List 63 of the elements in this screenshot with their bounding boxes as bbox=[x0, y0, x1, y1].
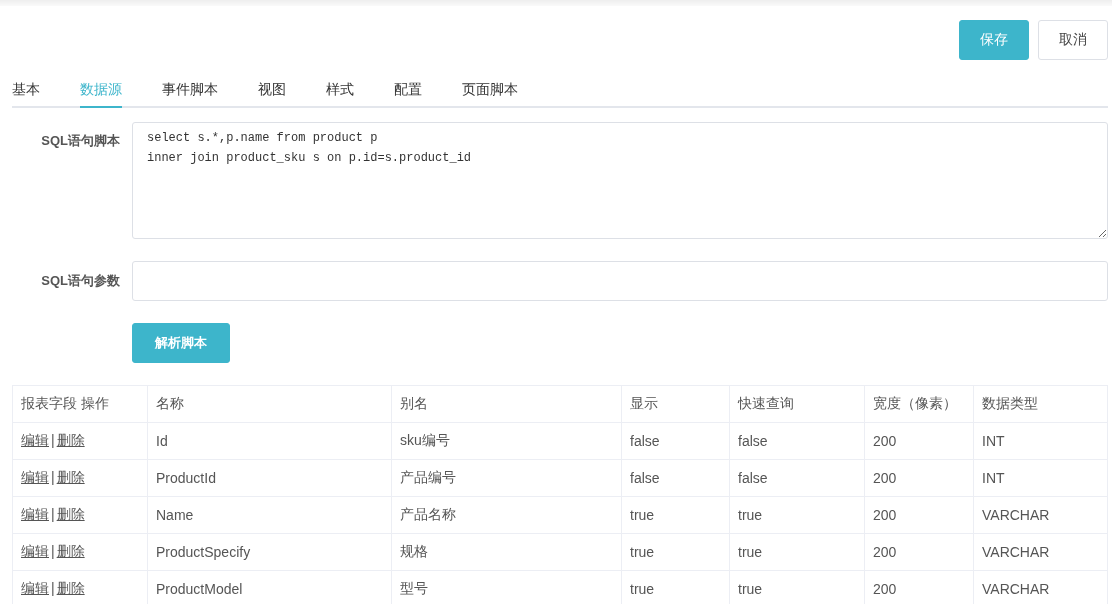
separator: | bbox=[51, 469, 55, 485]
table-cell: INT bbox=[982, 433, 1005, 449]
table-cell: true bbox=[630, 544, 655, 560]
table-cell: 型号 bbox=[400, 580, 428, 596]
tab[interactable]: 配置 bbox=[394, 80, 422, 106]
table-cell: Name bbox=[156, 507, 194, 523]
table-cell: false bbox=[738, 433, 768, 449]
column-header: 宽度（像素） bbox=[864, 385, 974, 423]
table-cell: false bbox=[630, 470, 660, 486]
delete-link[interactable]: 删除 bbox=[56, 432, 85, 448]
table-cell: true bbox=[738, 544, 763, 560]
table-cell: 200 bbox=[873, 433, 897, 449]
edit-link[interactable]: 编辑 bbox=[21, 432, 49, 448]
field-label: SQL语句参数 bbox=[40, 272, 121, 290]
table-cell: true bbox=[630, 507, 655, 523]
tab[interactable]: 事件脚本 bbox=[162, 80, 218, 106]
table-cell: true bbox=[630, 581, 655, 597]
delete-link[interactable]: 删除 bbox=[56, 580, 85, 596]
table-cell: 200 bbox=[873, 544, 897, 560]
edit-link[interactable]: 编辑 bbox=[21, 469, 49, 485]
tab[interactable]: 基本 bbox=[12, 80, 40, 106]
table-cell: ProductId bbox=[156, 470, 216, 486]
edit-link[interactable]: 编辑 bbox=[21, 543, 49, 559]
table-cell: 产品名称 bbox=[400, 506, 456, 522]
table-cell: ProductSpecify bbox=[156, 544, 251, 560]
column-header: 快速查询 bbox=[729, 385, 865, 423]
table-cell: sku编号 bbox=[400, 432, 450, 448]
separator: | bbox=[51, 543, 55, 559]
table-cell: 200 bbox=[873, 507, 897, 523]
table-cell: VARCHAR bbox=[982, 544, 1050, 560]
edit-link[interactable]: 编辑 bbox=[21, 506, 49, 522]
delete-link[interactable]: 删除 bbox=[56, 543, 85, 559]
column-header: 名称 bbox=[147, 385, 392, 423]
table-cell: true bbox=[738, 507, 763, 523]
tab[interactable]: 视图 bbox=[258, 80, 286, 106]
tab[interactable]: 页面脚本 bbox=[462, 80, 518, 106]
table-cell: ProductModel bbox=[156, 581, 243, 597]
delete-link[interactable]: 删除 bbox=[56, 506, 85, 522]
table-cell: true bbox=[738, 581, 763, 597]
column-header: 显示 bbox=[621, 385, 730, 423]
edit-link[interactable]: 编辑 bbox=[21, 580, 49, 596]
cancel-button[interactable]: 取消 bbox=[1038, 20, 1108, 60]
table-cell: 200 bbox=[873, 581, 897, 597]
sql-params-field[interactable] bbox=[132, 261, 1108, 301]
separator: | bbox=[51, 432, 55, 448]
table-cell: Id bbox=[156, 433, 168, 449]
column-header: 别名 bbox=[391, 385, 622, 423]
table-cell: false bbox=[630, 433, 660, 449]
table-cell: 产品编号 bbox=[400, 469, 456, 485]
column-header: 报表字段 操作 bbox=[12, 385, 148, 423]
separator: | bbox=[51, 506, 55, 522]
table-cell: 规格 bbox=[400, 543, 428, 559]
tab[interactable]: 样式 bbox=[326, 80, 354, 106]
table-cell: false bbox=[738, 470, 768, 486]
sql-script-field[interactable]: select s.*,p.name from product p inner join product_sku s on p.id=s.product_id bbox=[132, 122, 1108, 239]
column-header: 数据类型 bbox=[973, 385, 1108, 423]
table-cell: VARCHAR bbox=[982, 581, 1050, 597]
table-cell: VARCHAR bbox=[982, 507, 1050, 523]
delete-link[interactable]: 删除 bbox=[56, 469, 85, 485]
field-label: SQL语句脚本 bbox=[40, 132, 121, 150]
table-cell: 200 bbox=[873, 470, 897, 486]
separator: | bbox=[51, 580, 55, 596]
table-cell: INT bbox=[982, 470, 1005, 486]
